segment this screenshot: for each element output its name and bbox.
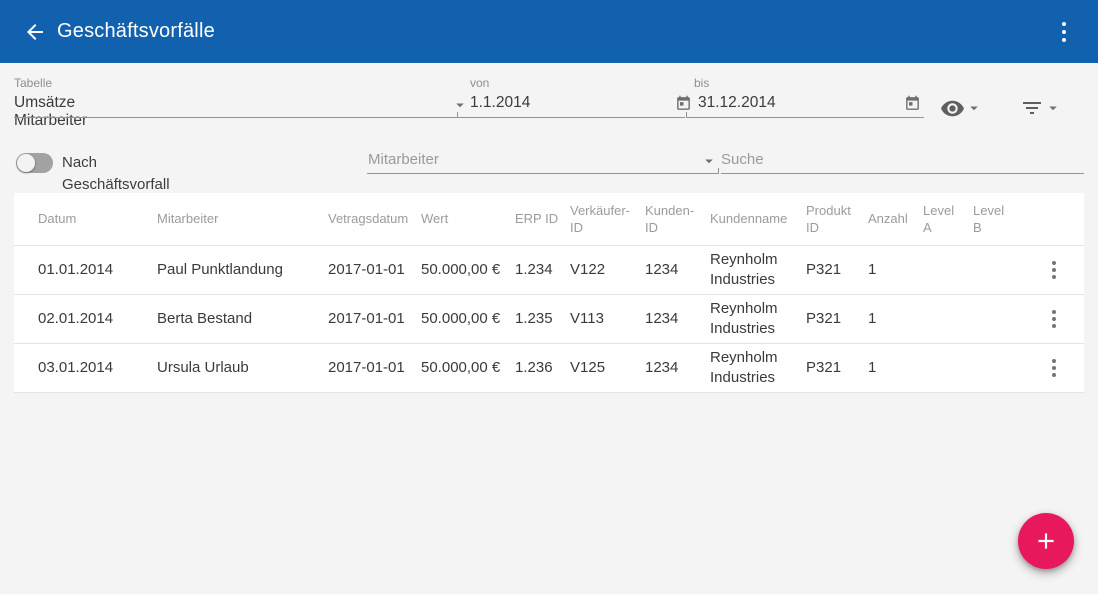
kebab-icon — [1052, 261, 1056, 265]
cell-verkaeufer-id: V122 — [570, 245, 645, 294]
table-row[interactable]: 02.01.2014 Berta Bestand 2017-01-01 50.0… — [14, 294, 1084, 343]
cell-wert: 50.000,00 € — [421, 294, 515, 343]
cell-kundenname: Reynholm Industries — [710, 245, 806, 294]
search-input[interactable] — [721, 146, 1084, 172]
cell-datum: 02.01.2014 — [14, 294, 157, 343]
cell-produkt-id: P321 — [806, 343, 868, 392]
column-header-kunden-id[interactable]: Kunden-ID — [645, 193, 710, 245]
page-title: Geschäftsvorfälle — [57, 0, 215, 63]
add-entry-fab-button[interactable] — [1018, 513, 1074, 569]
tabelle-value: Umsätze Mitarbeiter — [14, 94, 87, 130]
calendar-icon[interactable] — [904, 95, 921, 112]
cell-datum: 03.01.2014 — [14, 343, 157, 392]
cell-erp-id: 1.235 — [515, 294, 570, 343]
row-menu-button[interactable] — [1042, 307, 1066, 331]
cell-produkt-id: P321 — [806, 245, 868, 294]
bis-value: 31.12.2014 — [698, 94, 776, 112]
appbar-overflow-menu-button[interactable] — [1052, 19, 1076, 45]
column-header-kundenname[interactable]: Kundenname — [710, 193, 806, 245]
row-menu-button[interactable] — [1042, 258, 1066, 282]
cell-wert: 50.000,00 € — [421, 245, 515, 294]
dropdown-caret-icon — [451, 96, 469, 114]
dropdown-caret-icon — [965, 99, 983, 117]
geschaeftsvorfaelle-screen: Geschäftsvorfälle Tabelle Umsätze Mitarb… — [0, 0, 1098, 594]
column-header-level-a[interactable]: Level A — [923, 193, 973, 245]
eye-icon — [940, 96, 965, 121]
visibility-menu-button[interactable] — [936, 94, 986, 122]
column-header-level-b[interactable]: Level B — [973, 193, 1020, 245]
cell-level-b — [973, 294, 1020, 343]
bis-label: bis — [694, 76, 709, 90]
row-menu-button[interactable] — [1042, 356, 1066, 380]
cell-level-a — [923, 245, 973, 294]
back-button[interactable] — [22, 19, 48, 45]
toggle-knob — [17, 154, 35, 172]
cell-level-b — [973, 245, 1020, 294]
column-header-mitarbeiter[interactable]: Mitarbeiter — [157, 193, 328, 245]
table-header-row: Datum Mitarbeiter Vetragsdatum Wert ERP … — [14, 193, 1084, 245]
cell-vetragsdatum: 2017-01-01 — [328, 294, 421, 343]
cell-kundenname: Reynholm Industries — [710, 343, 806, 392]
cell-kundenname: Reynholm Industries — [710, 294, 806, 343]
arrow-back-icon — [23, 20, 47, 44]
column-header-anzahl[interactable]: Anzahl — [868, 193, 923, 245]
cell-wert: 50.000,00 € — [421, 343, 515, 392]
cell-level-a — [923, 343, 973, 392]
von-value: 1.1.2014 — [470, 94, 530, 112]
table-row[interactable]: 03.01.2014 Ursula Urlaub 2017-01-01 50.0… — [14, 343, 1084, 392]
cell-anzahl: 1 — [868, 294, 923, 343]
mitarbeiter-placeholder: Mitarbeiter — [368, 151, 439, 168]
table-row[interactable]: 01.01.2014 Paul Punktlandung 2017-01-01 … — [14, 245, 1084, 294]
plus-icon — [1033, 528, 1059, 554]
column-header-erp-id[interactable]: ERP ID — [515, 193, 570, 245]
dropdown-caret-icon — [700, 152, 718, 170]
cell-level-a — [923, 294, 973, 343]
filter-menu-button[interactable] — [1016, 94, 1066, 122]
cell-mitarbeiter: Paul Punktlandung — [157, 245, 328, 294]
kebab-icon — [1062, 22, 1066, 26]
cell-datum: 01.01.2014 — [14, 245, 157, 294]
column-header-vetragsdatum[interactable]: Vetragsdatum — [328, 193, 421, 245]
column-header-wert[interactable]: Wert — [421, 193, 515, 245]
cell-mitarbeiter: Ursula Urlaub — [157, 343, 328, 392]
cell-vetragsdatum: 2017-01-01 — [328, 245, 421, 294]
cell-kunden-id: 1234 — [645, 343, 710, 392]
cell-erp-id: 1.236 — [515, 343, 570, 392]
cell-mitarbeiter: Berta Bestand — [157, 294, 328, 343]
cell-verkaeufer-id: V125 — [570, 343, 645, 392]
group-by-transaction-toggle[interactable] — [16, 153, 53, 173]
column-header-datum[interactable]: Datum — [14, 193, 157, 245]
von-label: von — [470, 76, 489, 90]
app-bar: Geschäftsvorfälle — [0, 0, 1098, 63]
cell-produkt-id: P321 — [806, 294, 868, 343]
tabelle-label: Tabelle — [14, 76, 52, 90]
cell-vetragsdatum: 2017-01-01 — [328, 343, 421, 392]
dropdown-caret-icon — [1044, 99, 1062, 117]
column-header-actions — [1020, 193, 1084, 245]
kebab-icon — [1052, 310, 1056, 314]
cell-kunden-id: 1234 — [645, 294, 710, 343]
cell-level-b — [973, 343, 1020, 392]
transactions-table: Datum Mitarbeiter Vetragsdatum Wert ERP … — [14, 193, 1084, 393]
column-header-produkt-id[interactable]: Produkt ID — [806, 193, 868, 245]
filter-list-icon — [1020, 96, 1044, 120]
transactions-table-card: Datum Mitarbeiter Vetragsdatum Wert ERP … — [14, 193, 1084, 393]
cell-verkaeufer-id: V113 — [570, 294, 645, 343]
cell-anzahl: 1 — [868, 245, 923, 294]
calendar-icon[interactable] — [675, 95, 692, 112]
cell-erp-id: 1.234 — [515, 245, 570, 294]
column-header-verkaeufer-id[interactable]: Verkäufer-ID — [570, 193, 645, 245]
cell-kunden-id: 1234 — [645, 245, 710, 294]
cell-anzahl: 1 — [868, 343, 923, 392]
kebab-icon — [1052, 359, 1056, 363]
